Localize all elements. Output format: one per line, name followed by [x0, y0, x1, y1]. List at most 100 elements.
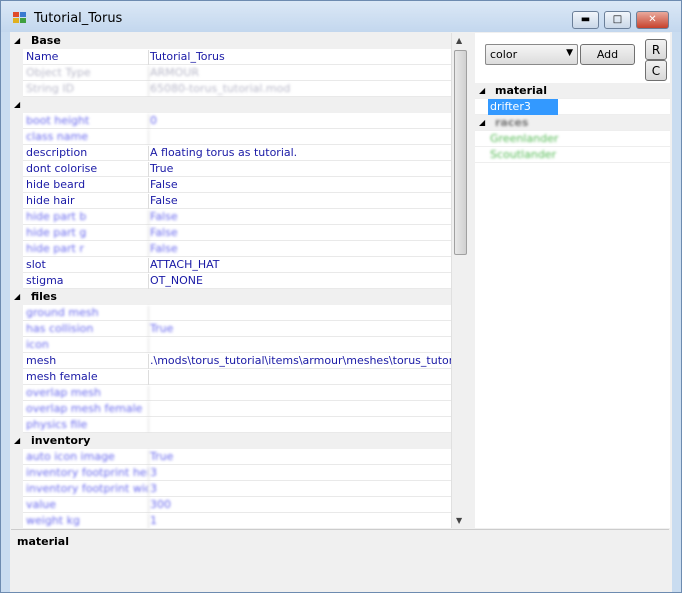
scroll-thumb[interactable] — [454, 50, 467, 255]
property-row[interactable]: description A floating torus as tutorial. — [11, 145, 451, 161]
row-margin — [11, 65, 23, 81]
scroll-down-icon[interactable]: ▼ — [456, 516, 462, 525]
property-row[interactable]: class name — [11, 129, 451, 145]
property-value[interactable]: 300 — [150, 498, 171, 511]
row-margin — [11, 513, 23, 528]
type-combobox[interactable]: color ▼ — [485, 44, 578, 65]
property-row[interactable]: icon — [11, 337, 451, 353]
property-row[interactable]: stigma OT_NONE — [11, 273, 451, 289]
property-row[interactable]: inventory footprint height3 — [11, 465, 451, 481]
property-value[interactable]: True — [150, 322, 173, 335]
side-list-item[interactable]: drifter3 — [475, 99, 670, 115]
property-value[interactable]: ATTACH_HAT — [150, 258, 220, 271]
property-row[interactable]: inventory footprint width3 — [11, 481, 451, 497]
property-value[interactable]: Tutorial_Torus — [150, 50, 225, 63]
close-icon: ✕ — [648, 14, 657, 25]
property-row[interactable]: ground mesh — [11, 305, 451, 321]
collapse-triangle-icon[interactable]: ◢ — [14, 36, 20, 45]
property-value[interactable]: True — [150, 162, 173, 175]
property-row[interactable]: slot ATTACH_HAT — [11, 257, 451, 273]
property-value[interactable]: 65080-torus_tutorial.mod — [150, 82, 290, 95]
property-row[interactable]: Object Type ARMOUR — [11, 65, 451, 81]
property-value[interactable]: False — [150, 210, 178, 223]
property-name: Name — [26, 50, 149, 65]
property-value[interactable]: False — [150, 178, 178, 191]
collapse-triangle-icon[interactable]: ◢ — [14, 292, 20, 301]
property-name: hide hair — [26, 194, 149, 209]
property-row[interactable]: value 300 — [11, 497, 451, 513]
side-panel: color ▼ Add R C ◢ material drifter3 ◢ races G… — [475, 33, 670, 528]
collapse-triangle-icon[interactable]: ◢ — [479, 86, 485, 95]
window-title: Tutorial_Torus — [34, 11, 123, 26]
property-value[interactable]: A floating torus as tutorial. — [150, 146, 297, 159]
property-row[interactable]: physics file — [11, 417, 451, 433]
property-row[interactable]: Name Tutorial_Torus — [11, 49, 451, 65]
close-button[interactable]: ✕ — [636, 11, 669, 29]
row-margin — [11, 417, 23, 433]
row-margin — [11, 49, 23, 65]
property-value[interactable]: 1 — [150, 514, 157, 527]
title-bar[interactable]: Tutorial_Torus ▬ □ ✕ — [1, 1, 681, 32]
property-value[interactable]: 3 — [150, 482, 157, 495]
property-name: auto icon image — [26, 450, 149, 465]
property-name: hide beard — [26, 178, 149, 193]
minimize-button[interactable]: ▬ — [572, 11, 599, 29]
property-row[interactable]: hide part g False — [11, 225, 451, 241]
side-category-header[interactable]: ◢ material — [475, 83, 670, 99]
collapse-triangle-icon[interactable]: ◢ — [14, 436, 20, 445]
category-label: Base — [31, 34, 61, 47]
property-name: ground mesh — [26, 306, 149, 321]
property-row[interactable]: weight kg 1 — [11, 513, 451, 528]
row-margin — [11, 225, 23, 241]
property-row[interactable]: mesh .\mods\torus_tutorial\items\armour\m… — [11, 353, 451, 369]
side-list-item[interactable]: Scoutlander — [475, 147, 670, 163]
r-button[interactable]: R — [645, 39, 667, 60]
property-row[interactable]: overlap mesh — [11, 385, 451, 401]
property-value[interactable]: False — [150, 226, 178, 239]
category-header[interactable]: ◢ files — [11, 289, 451, 305]
category-header[interactable]: ◢ — [11, 97, 451, 113]
property-row[interactable]: mesh female — [11, 369, 451, 385]
property-grid[interactable]: ◢ Base Name Tutorial_Torus Object Type ARMOUR… — [11, 33, 451, 528]
property-row[interactable]: String ID 65080-torus_tutorial.mod — [11, 81, 451, 97]
property-row[interactable]: has collision True — [11, 321, 451, 337]
property-value[interactable]: ARMOUR — [150, 66, 199, 79]
property-name: weight kg — [26, 514, 149, 528]
property-value[interactable]: 3 — [150, 466, 157, 479]
property-value[interactable]: OT_NONE — [150, 274, 203, 287]
collapse-triangle-icon[interactable]: ◢ — [479, 118, 485, 127]
property-row[interactable]: overlap mesh female — [11, 401, 451, 417]
collapse-triangle-icon[interactable]: ◢ — [14, 100, 20, 109]
row-margin — [11, 273, 23, 289]
category-header[interactable]: ◢ inventory — [11, 433, 451, 449]
c-button[interactable]: C — [645, 60, 667, 81]
row-margin — [11, 113, 23, 129]
scroll-up-icon[interactable]: ▲ — [456, 36, 462, 45]
property-grid-scrollbar[interactable]: ▲ ▼ — [451, 33, 468, 528]
maximize-button[interactable]: □ — [604, 11, 631, 29]
property-row[interactable]: auto icon image True — [11, 449, 451, 465]
property-row[interactable]: dont colorise True — [11, 161, 451, 177]
side-item-label: Greenlander — [490, 132, 559, 145]
property-row[interactable]: boot height 0 — [11, 113, 451, 129]
add-button[interactable]: Add — [580, 44, 635, 65]
property-name: icon — [26, 338, 149, 353]
property-name: inventory footprint width — [26, 482, 149, 497]
property-value[interactable]: 0 — [150, 114, 157, 127]
property-name: mesh female — [26, 370, 149, 385]
property-row[interactable]: hide part r False — [11, 241, 451, 257]
property-row[interactable]: hide beard False — [11, 177, 451, 193]
property-value[interactable]: False — [150, 242, 178, 255]
property-row[interactable]: hide hair False — [11, 193, 451, 209]
side-list-item[interactable]: Greenlander — [475, 131, 670, 147]
side-category-header[interactable]: ◢ races — [475, 115, 670, 131]
property-value[interactable]: .\mods\torus_tutorial\items\armour\meshe… — [150, 354, 451, 367]
property-name: hide part g — [26, 226, 149, 241]
property-value[interactable]: False — [150, 194, 178, 207]
description-title: material — [17, 535, 69, 548]
category-header[interactable]: ◢ Base — [11, 33, 451, 49]
property-row[interactable]: hide part b False — [11, 209, 451, 225]
row-margin — [11, 385, 23, 401]
property-value[interactable]: True — [150, 450, 173, 463]
property-name: String ID — [26, 82, 149, 97]
